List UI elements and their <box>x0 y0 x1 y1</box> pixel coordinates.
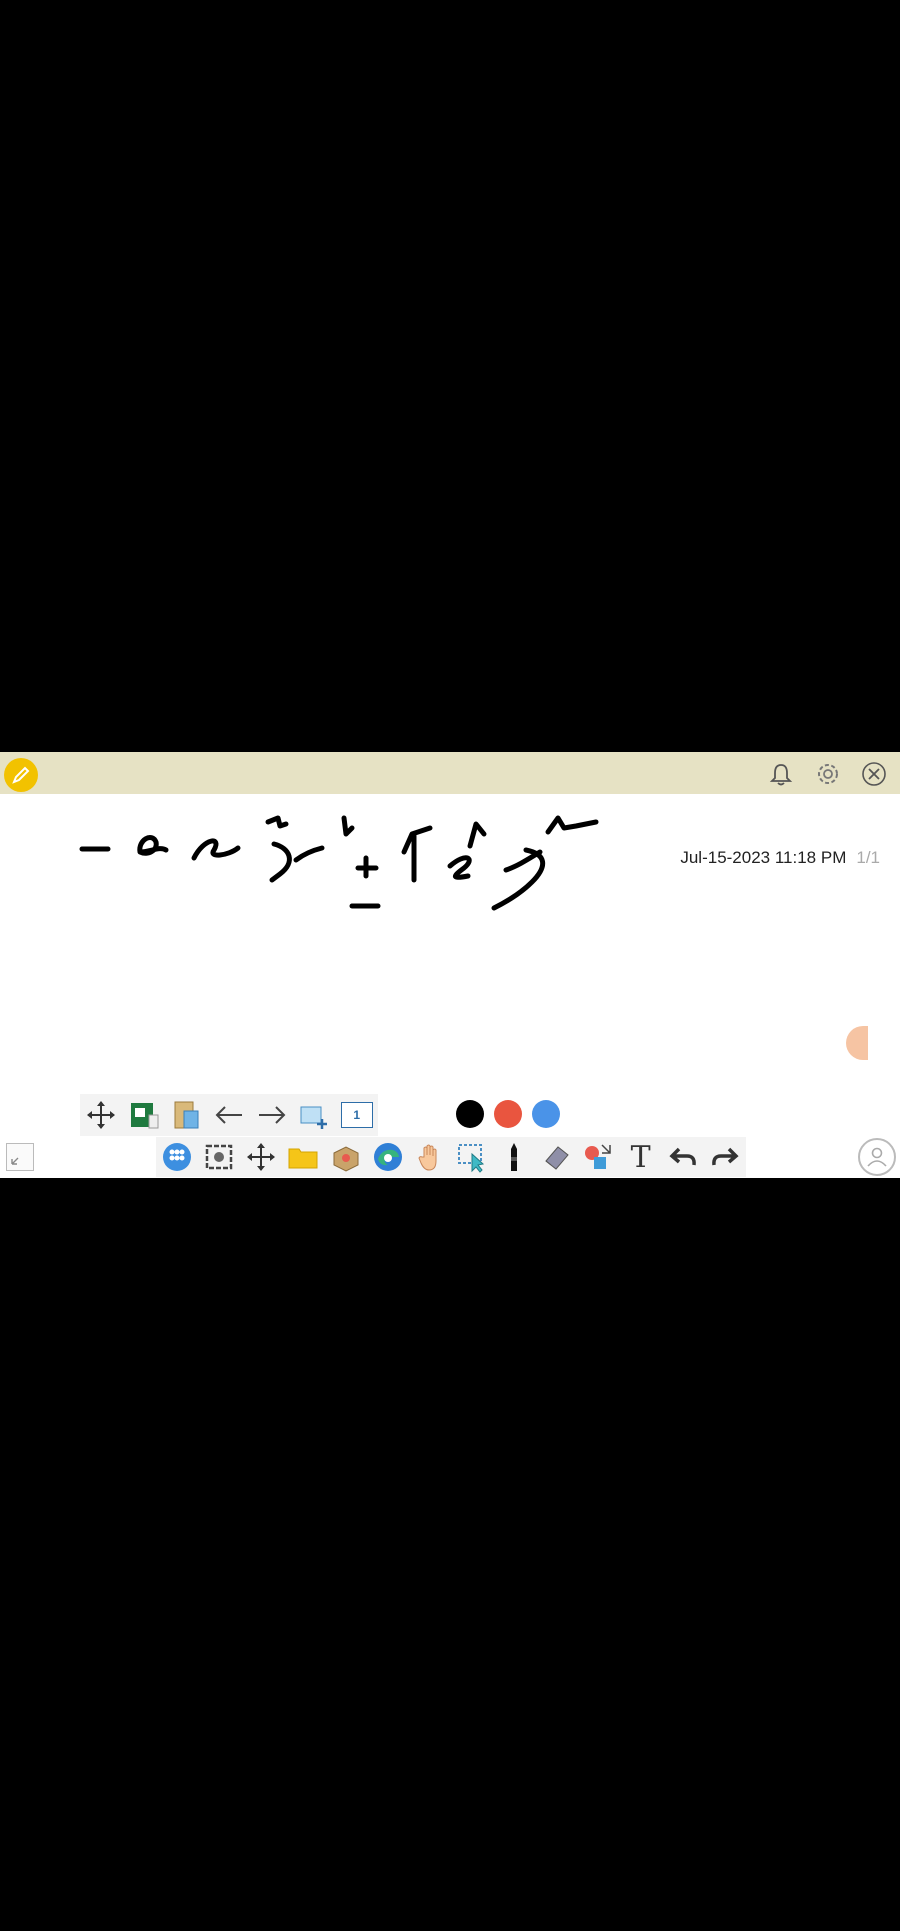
close-icon[interactable] <box>860 760 888 788</box>
page-indicator: 1/1 <box>856 848 880 867</box>
color-blue[interactable] <box>532 1100 560 1128</box>
move-tool-icon[interactable] <box>243 1139 279 1175</box>
arrow-right-icon[interactable] <box>254 1097 290 1133</box>
whiteboard-icon[interactable] <box>126 1097 162 1133</box>
shrink-icon[interactable] <box>6 1143 34 1171</box>
toolbox-icon[interactable] <box>328 1139 364 1175</box>
color-palette <box>456 1100 560 1128</box>
page-number-icon[interactable]: 1 <box>339 1097 375 1133</box>
page-number-label: 1 <box>353 1108 360 1122</box>
move-icon[interactable] <box>83 1097 119 1133</box>
page-toolbar: 1 <box>80 1094 378 1136</box>
user-icon[interactable] <box>858 1138 896 1176</box>
text-tool-glyph: T <box>630 1139 651 1175</box>
color-black[interactable] <box>456 1100 484 1128</box>
marker-icon[interactable] <box>496 1139 532 1175</box>
redo-icon[interactable] <box>707 1139 743 1175</box>
timestamp-text: Jul-15-2023 11:18 PM <box>680 848 847 867</box>
text-icon[interactable]: T <box>623 1139 659 1175</box>
title-bar <box>0 752 900 794</box>
screenshot-icon[interactable] <box>201 1139 237 1175</box>
clipboard-icon[interactable] <box>168 1097 204 1133</box>
eraser-icon[interactable] <box>538 1139 574 1175</box>
side-panel-handle[interactable] <box>846 1026 868 1060</box>
main-toolbar: T <box>156 1137 746 1177</box>
gear-icon[interactable] <box>814 760 842 788</box>
color-red[interactable] <box>494 1100 522 1128</box>
bell-icon[interactable] <box>767 760 795 788</box>
browser-icon[interactable] <box>370 1139 406 1175</box>
timestamp: Jul-15-2023 11:18 PM 1/1 <box>680 848 880 868</box>
handwritten-strokes <box>79 815 599 911</box>
apps-icon[interactable] <box>159 1139 195 1175</box>
new-page-icon[interactable] <box>296 1097 332 1133</box>
undo-icon[interactable] <box>665 1139 701 1175</box>
selection-icon[interactable] <box>454 1139 490 1175</box>
arrow-left-icon[interactable] <box>211 1097 247 1133</box>
folder-icon[interactable] <box>285 1139 321 1175</box>
hand-icon[interactable] <box>412 1139 448 1175</box>
shapes-icon[interactable] <box>580 1139 616 1175</box>
pen-icon[interactable] <box>4 758 38 792</box>
